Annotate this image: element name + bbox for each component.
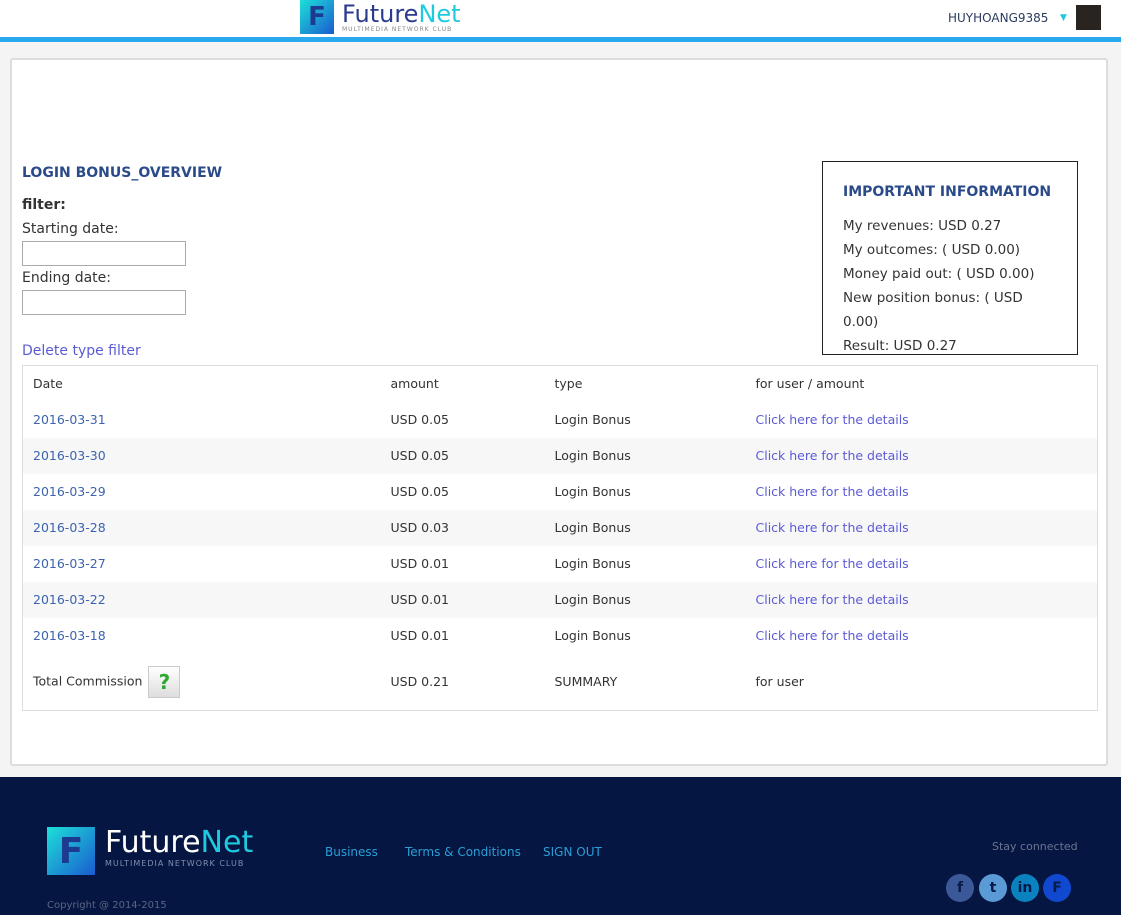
username-menu[interactable]: HUYHOANG9385 [948, 11, 1048, 25]
row-type: Login Bonus [544, 437, 746, 474]
info-outcomes: My outcomes: ( USD 0.00) [843, 242, 1021, 258]
total-amount: USD 0.21 [390, 674, 450, 690]
facebook-icon[interactable]: f [946, 874, 974, 902]
row-date-link[interactable]: 2016-03-30 [33, 448, 106, 463]
footer: F FutureNet MULTIMEDIA NETWORK CLUB Busi… [0, 777, 1121, 915]
terms-link[interactable]: Terms & Conditions [405, 845, 521, 859]
business-link[interactable]: Business [325, 845, 378, 859]
table-header: Date amount type for user / amount [23, 366, 1098, 402]
row-amount: USD 0.01 [380, 581, 545, 618]
content-panel: LOGIN BONUS_OVERVIEW filter: Starting da… [10, 58, 1108, 766]
header: F FutureNet MULTIMEDIA NETWORK CLUB HUYH… [0, 0, 1121, 42]
total-user: for user [755, 674, 804, 690]
info-title: IMPORTANT INFORMATION [843, 184, 1052, 200]
total-row: Total Commission? USD 0.21 SUMMARY for u… [23, 654, 1098, 711]
row-amount: USD 0.05 [380, 437, 545, 474]
info-revenues: My revenues: USD 0.27 [843, 218, 1002, 234]
info-result: Result: USD 0.27 [843, 338, 957, 354]
row-amount: USD 0.05 [390, 412, 450, 427]
logo-mark-icon: F [300, 0, 334, 34]
copyright: Copyright @ 2014-2015 [47, 900, 167, 911]
row-amount: USD 0.01 [390, 556, 450, 571]
tagline: MULTIMEDIA NETWORK CLUB [105, 859, 245, 868]
table-row: 2016-03-30 USD 0.05 Login Bonus Click he… [22, 437, 1098, 474]
row-date-link[interactable]: 2016-03-18 [33, 628, 106, 643]
brand-accent: Net [200, 825, 254, 860]
row-details-link[interactable]: Click here for the details [756, 484, 909, 499]
row-details-link[interactable]: Click here for the details [756, 520, 909, 535]
total-type: SUMMARY [554, 674, 618, 690]
total-label: Total Commission [33, 673, 143, 689]
futurenet-icon[interactable]: F [1043, 874, 1071, 902]
table-row: 2016-03-18 USD 0.01 Login Bonus Click he… [23, 618, 1098, 654]
start-date-label: Starting date: [22, 221, 119, 237]
end-date-label: Ending date: [22, 270, 111, 286]
avatar[interactable] [1076, 5, 1101, 30]
row-amount: USD 0.03 [380, 509, 545, 546]
end-date-input[interactable] [22, 290, 186, 315]
col-type: type [554, 376, 583, 392]
stay-connected: Stay connected [992, 840, 1078, 853]
linkedin-icon[interactable]: in [1011, 874, 1039, 902]
brand-name: Future [105, 825, 201, 860]
sign-out-link[interactable]: SIGN OUT [543, 845, 602, 859]
row-type: Login Bonus [554, 412, 631, 427]
brand-name: Future [342, 0, 419, 28]
row-date-link[interactable]: 2016-03-31 [33, 412, 106, 427]
row-amount: USD 0.01 [390, 628, 450, 643]
tagline: MULTIMEDIA NETWORK CLUB [342, 25, 453, 33]
row-amount: USD 0.05 [390, 484, 450, 499]
table-row: 2016-03-29 USD 0.05 Login Bonus Click he… [23, 474, 1098, 510]
bonus-table: Date amount type for user / amount 2016-… [22, 365, 1098, 711]
col-user: for user / amount [755, 376, 865, 392]
brand-accent: Net [418, 0, 461, 28]
start-date-input[interactable] [22, 241, 186, 266]
row-type: Login Bonus [544, 581, 746, 618]
row-details-link[interactable]: Click here for the details [756, 412, 909, 427]
table-row: 2016-03-27 USD 0.01 Login Bonus Click he… [23, 546, 1098, 582]
delete-filter-link[interactable]: Delete type filter [22, 343, 141, 359]
row-type: Login Bonus [554, 484, 631, 499]
info-position-bonus: New position bonus: ( USD 0.00) [843, 290, 1023, 330]
row-type: Login Bonus [554, 556, 631, 571]
page-title: LOGIN BONUS_OVERVIEW [22, 165, 223, 181]
row-details-link[interactable]: Click here for the details [756, 592, 909, 607]
row-date-link[interactable]: 2016-03-28 [33, 520, 106, 535]
row-details-link[interactable]: Click here for the details [756, 448, 909, 463]
table-row: 2016-03-28 USD 0.03 Login Bonus Click he… [22, 509, 1098, 546]
row-type: Login Bonus [544, 509, 746, 546]
row-details-link[interactable]: Click here for the details [756, 628, 909, 643]
row-date-link[interactable]: 2016-03-27 [33, 556, 106, 571]
row-date-link[interactable]: 2016-03-22 [33, 592, 106, 607]
row-date-link[interactable]: 2016-03-29 [33, 484, 106, 499]
footer-logo[interactable]: F FutureNet MULTIMEDIA NETWORK CLUB [47, 827, 253, 875]
help-button[interactable]: ? [148, 665, 181, 698]
chevron-down-icon[interactable]: ▼ [1060, 13, 1067, 23]
logo-mark-icon: F [47, 827, 95, 875]
row-details-link[interactable]: Click here for the details [756, 556, 909, 571]
row-type: Login Bonus [554, 628, 631, 643]
twitter-icon[interactable]: t [979, 874, 1007, 902]
col-date: Date [33, 376, 63, 392]
logo[interactable]: F FutureNet MULTIMEDIA NETWORK CLUB [300, 0, 461, 34]
col-amount: amount [390, 376, 439, 392]
table-row: 2016-03-31 USD 0.05 Login Bonus Click he… [23, 402, 1098, 438]
info-paid-out: Money paid out: ( USD 0.00) [843, 266, 1035, 282]
table-row: 2016-03-22 USD 0.01 Login Bonus Click he… [22, 581, 1098, 618]
filter-label: filter: [22, 197, 66, 213]
important-info-box: IMPORTANT INFORMATION My revenues: USD 0… [822, 161, 1078, 355]
